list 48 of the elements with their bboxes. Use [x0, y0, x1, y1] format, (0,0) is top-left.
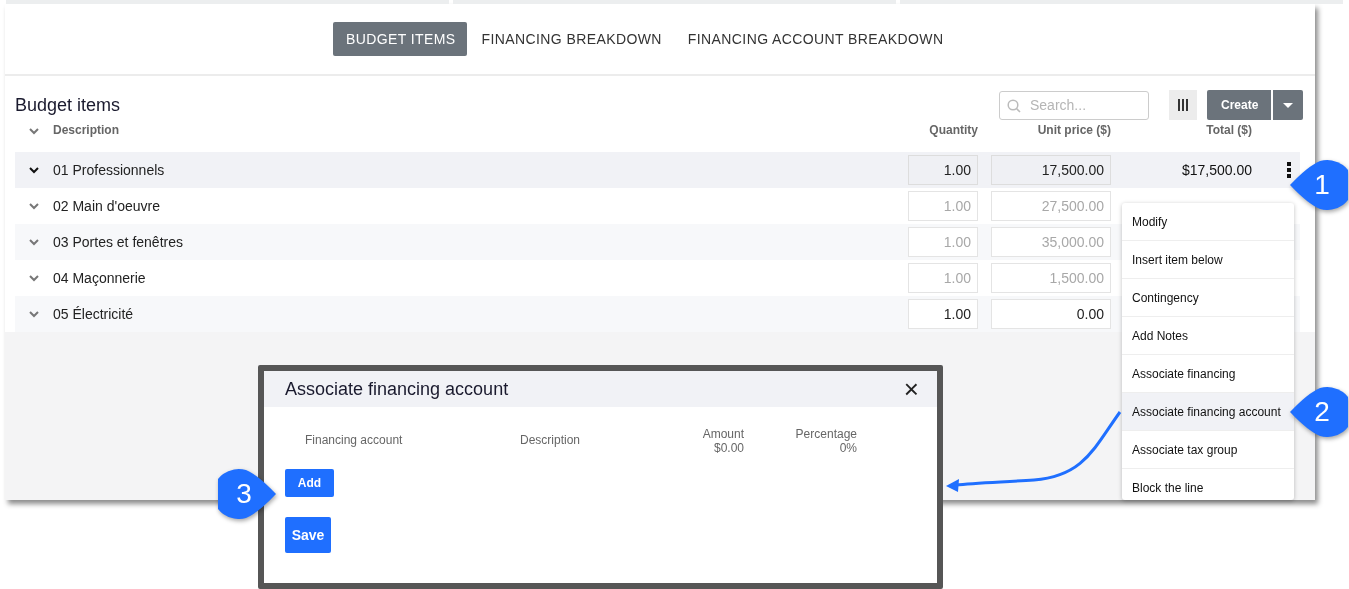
search-icon: [1007, 98, 1021, 113]
search-field[interactable]: Search...: [999, 90, 1149, 120]
column-header: Financing account: [305, 432, 404, 449]
quantity-field[interactable]: 1.00: [908, 299, 978, 329]
column-header: Percentage: [794, 427, 857, 441]
create-menu-button[interactable]: [1273, 90, 1303, 120]
unit-price-field[interactable]: 0.00: [991, 299, 1111, 329]
callout-badge: 2: [1290, 385, 1348, 439]
save-button[interactable]: Save: [285, 517, 331, 553]
column-header: Amount: [701, 427, 744, 441]
column-total: $0.00: [712, 441, 744, 455]
callout-badge: 3: [218, 467, 276, 521]
table-cell-text: 02 Main d'oeuvre: [53, 198, 161, 214]
table-cell-text: 03 Portes et fenêtres: [53, 234, 184, 250]
unit-price-field[interactable]: 17,500.00: [991, 155, 1111, 185]
table-cell-text: $17,500.00: [1180, 162, 1252, 178]
table-cell-text: 05 Électricité: [53, 306, 135, 322]
table-cell-text: 04 Maçonnerie: [53, 270, 147, 286]
dialog-title: Associate financing account: [285, 378, 510, 400]
column-header: Quantity: [928, 123, 978, 137]
menu-item[interactable]: Insert item below: [1122, 241, 1294, 279]
table-row[interactable]: 01 Professionnels 1.00 17,500.00 $17,500.00: [15, 152, 1300, 188]
create-button[interactable]: Create: [1207, 90, 1271, 120]
add-button[interactable]: Add: [285, 469, 334, 497]
column-header: Description: [53, 123, 120, 137]
caret-icon: [1283, 102, 1293, 108]
menu-item[interactable]: Contingency: [1122, 279, 1294, 317]
column-header: Description: [520, 432, 582, 449]
menu-item[interactable]: Associate tax group: [1122, 431, 1294, 469]
more-icon[interactable]: [1286, 162, 1291, 178]
menu-item[interactable]: Block the line: [1122, 469, 1294, 500]
chevron-icon[interactable]: [29, 166, 39, 174]
column-header: Total ($): [1205, 123, 1252, 137]
tab[interactable]: FINANCING BREAKDOWN: [468, 22, 673, 56]
section-title: Budget items: [15, 94, 122, 116]
column-header: Unit price ($): [1036, 123, 1111, 137]
tab[interactable]: BUDGET ITEMS: [333, 22, 467, 56]
table-cell-text: 01 Professionnels: [53, 162, 166, 178]
menu-item[interactable]: Add Notes: [1122, 317, 1294, 355]
callout-badge: 1: [1290, 158, 1348, 212]
column-total: 0%: [838, 441, 857, 455]
menu-item[interactable]: Modify: [1122, 203, 1294, 241]
tab[interactable]: FINANCING ACCOUNT BREAKDOWN: [674, 22, 955, 56]
columns-button[interactable]: [1169, 90, 1197, 120]
quantity-field[interactable]: 1.00: [908, 155, 978, 185]
columns-icon: [1178, 99, 1188, 111]
menu-item[interactable]: Associate financing account: [1122, 393, 1294, 431]
close-button[interactable]: ×: [903, 376, 919, 402]
